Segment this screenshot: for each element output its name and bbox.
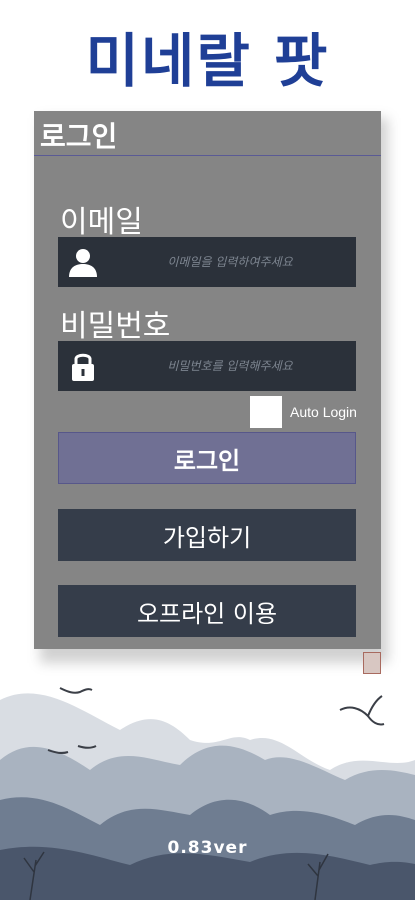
login-button[interactable]: 로그인 [58,432,356,484]
lock-icon [72,353,94,381]
password-label: 비밀번호 [60,309,171,344]
password-field[interactable] [58,341,356,391]
auto-login-checkbox[interactable] [250,396,282,428]
version-label: 0.83ver [167,838,248,858]
red-seal-stamp [363,652,381,674]
panel-title: 로그인 [40,120,118,153]
offline-mode-button[interactable]: 오프라인 이용 [58,585,356,637]
mountain-landscape-background [0,687,415,900]
auto-login-label: Auto Login [290,404,357,420]
signup-button[interactable]: 가입하기 [58,509,356,561]
app-title: 미네랄 팟 [85,27,330,95]
email-field[interactable] [58,237,356,287]
user-icon [69,249,97,277]
flying-bird-large [339,695,385,726]
email-label: 이메일 [60,205,143,240]
login-panel: 로그인 이메일 비밀번호 Auto Login 로그인 가입하기 오프라인 이용 [34,111,381,649]
email-input[interactable] [108,237,352,287]
panel-header: 로그인 [34,111,381,156]
login-screen: 미네랄 팟 로그인 이메일 이메일을 입력하여주세요 비밀번호 Auto Log… [0,0,415,900]
password-input[interactable] [108,341,352,391]
